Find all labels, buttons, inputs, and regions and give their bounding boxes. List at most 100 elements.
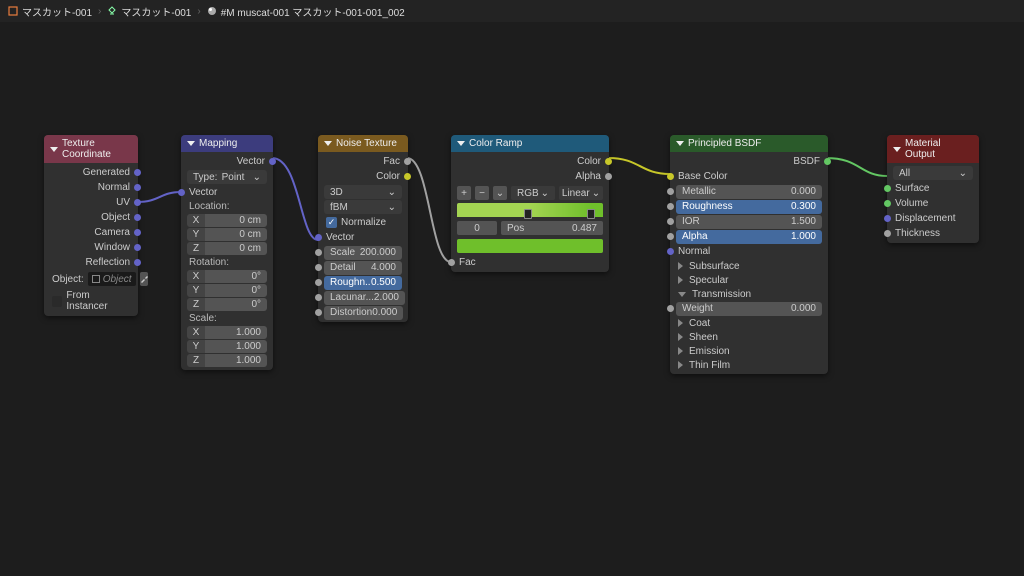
- socket-bsdf-out[interactable]: BSDF: [670, 154, 828, 169]
- node-title: Principled BSDF: [688, 138, 761, 149]
- ramp-color-swatch[interactable]: [457, 239, 603, 253]
- breadcrumb-item-3[interactable]: #M muscat-001 マスカット-001-001_002: [207, 4, 405, 19]
- node-title: Noise Texture: [336, 138, 397, 149]
- location-y[interactable]: Y0 cm: [187, 228, 267, 241]
- ramp-index[interactable]: 0: [457, 221, 497, 235]
- nodetree-icon: [107, 6, 117, 16]
- alpha-field[interactable]: Alpha1.000: [670, 229, 828, 244]
- node-header[interactable]: Color Ramp: [451, 135, 609, 152]
- node-noise-texture[interactable]: Noise Texture Fac Color 3D⌄ fBM⌄ ✓Normal…: [318, 135, 408, 322]
- node-header[interactable]: Material Output: [887, 135, 979, 163]
- roughness-field[interactable]: Roughn..0.500: [318, 275, 408, 290]
- ramp-remove-button[interactable]: −: [475, 186, 489, 200]
- breadcrumb-item-1[interactable]: マスカット-001: [8, 4, 92, 19]
- socket-uv[interactable]: UV: [44, 195, 138, 210]
- socket-fac-out[interactable]: Fac: [318, 154, 408, 169]
- transmission-group[interactable]: Transmission: [670, 287, 828, 301]
- roughness-field[interactable]: Roughness0.300: [670, 199, 828, 214]
- lacunarity-field[interactable]: Lacunar...2.000: [318, 290, 408, 305]
- socket-alpha-out[interactable]: Alpha: [451, 169, 609, 184]
- node-texture-coordinate[interactable]: Texture Coordinate Generated Normal UV O…: [44, 135, 138, 316]
- socket-generated[interactable]: Generated: [44, 165, 138, 180]
- location-z[interactable]: Z0 cm: [187, 242, 267, 255]
- chevron-down-icon: [676, 141, 684, 146]
- specular-group[interactable]: Specular: [670, 273, 828, 287]
- node-title: Color Ramp: [469, 138, 522, 149]
- ramp-handle-1[interactable]: [524, 209, 532, 219]
- socket-color-out[interactable]: Color: [451, 154, 609, 169]
- socket-displacement[interactable]: Displacement: [887, 211, 979, 226]
- rotation-x[interactable]: X0°: [187, 270, 267, 283]
- socket-volume[interactable]: Volume: [887, 196, 979, 211]
- metallic-field[interactable]: Metallic0.000: [670, 184, 828, 199]
- socket-object[interactable]: Object: [44, 210, 138, 225]
- normalize-checkbox[interactable]: ✓Normalize: [318, 215, 408, 230]
- rotation-z[interactable]: Z0°: [187, 298, 267, 311]
- node-principled-bsdf[interactable]: Principled BSDF BSDF Base Color Metallic…: [670, 135, 828, 374]
- dimensions-select[interactable]: 3D⌄: [324, 185, 402, 199]
- type-select[interactable]: Type:Point⌄: [187, 170, 267, 184]
- node-title: Texture Coordinate: [62, 138, 132, 160]
- ramp-position[interactable]: Pos0.487: [501, 221, 603, 235]
- object-input[interactable]: Object: [88, 272, 136, 286]
- node-editor-canvas[interactable]: Texture Coordinate Generated Normal UV O…: [0, 22, 1024, 576]
- breadcrumb-label-1: マスカット-001: [22, 4, 92, 19]
- chevron-down-icon: [457, 141, 465, 146]
- socket-vector-out[interactable]: Vector: [181, 154, 273, 169]
- object-label: Object:: [52, 274, 84, 285]
- scale-field[interactable]: Scale200.000: [318, 245, 408, 260]
- node-header[interactable]: Principled BSDF: [670, 135, 828, 152]
- coat-group[interactable]: Coat: [670, 316, 828, 330]
- object-icon: [8, 6, 18, 16]
- scale-z[interactable]: Z1.000: [187, 354, 267, 367]
- socket-normal-in[interactable]: Normal: [670, 244, 828, 259]
- node-header[interactable]: Texture Coordinate: [44, 135, 138, 163]
- location-x[interactable]: X0 cm: [187, 214, 267, 227]
- node-color-ramp[interactable]: Color Ramp Color Alpha + − ⌄ RGB⌄ Linear…: [451, 135, 609, 272]
- ramp-handle-2[interactable]: [587, 209, 595, 219]
- weight-field[interactable]: Weight0.000: [670, 301, 828, 316]
- socket-base-color[interactable]: Base Color: [670, 169, 828, 184]
- socket-reflection[interactable]: Reflection: [44, 255, 138, 270]
- ramp-menu-button[interactable]: ⌄: [493, 186, 507, 200]
- socket-normal[interactable]: Normal: [44, 180, 138, 195]
- socket-camera[interactable]: Camera: [44, 225, 138, 240]
- ior-field[interactable]: IOR1.500: [670, 214, 828, 229]
- target-select[interactable]: All⌄: [893, 166, 973, 180]
- emission-group[interactable]: Emission: [670, 344, 828, 358]
- scale-y[interactable]: Y1.000: [187, 340, 267, 353]
- breadcrumb-label-2: マスカット-001: [121, 4, 191, 19]
- node-title: Mapping: [199, 138, 237, 149]
- socket-surface[interactable]: Surface: [887, 181, 979, 196]
- breadcrumb-item-2[interactable]: マスカット-001: [107, 4, 191, 19]
- socket-vector-in[interactable]: Vector: [318, 230, 408, 245]
- ramp-gradient[interactable]: [457, 203, 603, 217]
- breadcrumb-sep: ›: [197, 6, 200, 17]
- socket-fac-in[interactable]: Fac: [451, 255, 609, 270]
- eyedropper-button[interactable]: [140, 272, 148, 286]
- socket-vector-in[interactable]: Vector: [181, 185, 273, 200]
- thin-film-group[interactable]: Thin Film: [670, 358, 828, 372]
- detail-field[interactable]: Detail4.000: [318, 260, 408, 275]
- scale-label: Scale:: [181, 312, 273, 325]
- socket-window[interactable]: Window: [44, 240, 138, 255]
- socket-thickness[interactable]: Thickness: [887, 226, 979, 241]
- rotation-y[interactable]: Y0°: [187, 284, 267, 297]
- ramp-interp-select[interactable]: Linear⌄: [559, 186, 603, 200]
- socket-color-out[interactable]: Color: [318, 169, 408, 184]
- rotation-label: Rotation:: [181, 256, 273, 269]
- ramp-rgb-select[interactable]: RGB⌄: [511, 186, 555, 200]
- node-header[interactable]: Noise Texture: [318, 135, 408, 152]
- sheen-group[interactable]: Sheen: [670, 330, 828, 344]
- node-header[interactable]: Mapping: [181, 135, 273, 152]
- breadcrumb-label-3: #M muscat-001 マスカット-001-001_002: [221, 4, 405, 19]
- node-material-output[interactable]: Material Output All⌄ Surface Volume Disp…: [887, 135, 979, 243]
- node-mapping[interactable]: Mapping Vector Type:Point⌄ Vector Locati…: [181, 135, 273, 370]
- ramp-add-button[interactable]: +: [457, 186, 471, 200]
- distortion-field[interactable]: Distortion0.000: [318, 305, 408, 320]
- subsurface-group[interactable]: Subsurface: [670, 259, 828, 273]
- chevron-down-icon: [893, 147, 901, 152]
- from-instancer-checkbox[interactable]: From Instancer: [44, 288, 138, 314]
- scale-x[interactable]: X1.000: [187, 326, 267, 339]
- mode-select[interactable]: fBM⌄: [324, 200, 402, 214]
